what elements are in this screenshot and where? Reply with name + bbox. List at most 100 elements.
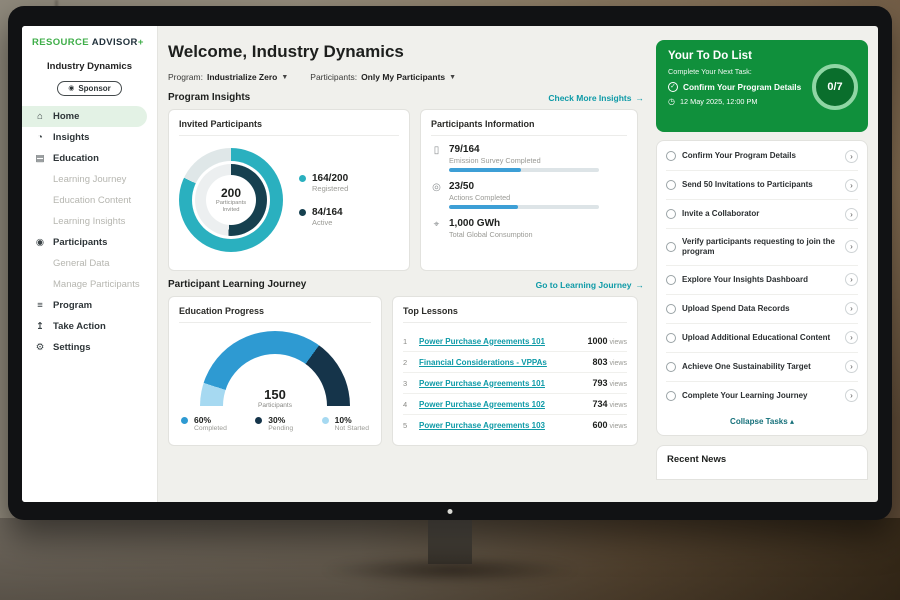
chevron-right-icon[interactable]: › bbox=[845, 179, 858, 192]
sidebar-item-label: Participants bbox=[53, 237, 107, 248]
task-row[interactable]: Complete Your Learning Journey › bbox=[666, 382, 858, 410]
task-row[interactable]: Send 50 Invitations to Participants › bbox=[666, 171, 858, 200]
progress-bar bbox=[449, 205, 599, 209]
sponsor-badge-label: Sponsor bbox=[78, 84, 110, 93]
participants-filter[interactable]: Participants: Only My Participants ▼ bbox=[310, 72, 456, 82]
task-checkbox[interactable] bbox=[666, 391, 676, 401]
lesson-row: 3 Power Purchase Agreements 101 793views bbox=[403, 373, 627, 394]
task-checkbox[interactable] bbox=[666, 209, 676, 219]
main-content: Welcome, Industry Dynamics Program: Indu… bbox=[158, 26, 656, 502]
link-label: Check More Insights bbox=[548, 93, 631, 103]
legend-dot-active bbox=[299, 209, 306, 216]
task-row[interactable]: Upload Spend Data Records › bbox=[666, 295, 858, 324]
task-row[interactable]: Confirm Your Program Details › bbox=[666, 142, 858, 171]
chevron-right-icon[interactable]: › bbox=[845, 150, 858, 163]
sidebar-item-settings[interactable]: ⚙ Settings bbox=[22, 337, 147, 358]
link-label: Go to Learning Journey bbox=[536, 280, 632, 290]
collapse-tasks-button[interactable]: Collapse Tasks ▴ bbox=[666, 410, 858, 434]
task-checkbox[interactable] bbox=[666, 275, 676, 285]
task-row[interactable]: Achieve One Sustainability Target › bbox=[666, 353, 858, 382]
chevron-right-icon[interactable]: › bbox=[845, 273, 858, 286]
actions-icon: ◎ bbox=[431, 182, 442, 209]
top-lessons-card: Top Lessons 1 Power Purchase Agreements … bbox=[392, 296, 638, 446]
chevron-right-icon[interactable]: › bbox=[845, 389, 858, 402]
monitor-bezel: RESOURCE ADVISOR+ Industry Dynamics ◉ Sp… bbox=[8, 6, 892, 520]
task-checkbox[interactable] bbox=[666, 242, 676, 252]
chevron-down-icon: ▼ bbox=[449, 74, 456, 81]
monitor-logo-dot bbox=[448, 509, 453, 514]
lesson-row: 4 Power Purchase Agreements 102 734views bbox=[403, 394, 627, 415]
task-checkbox[interactable] bbox=[666, 151, 676, 161]
legend-not-started: 10% Not Started bbox=[322, 415, 369, 432]
insights-icon: ◔ bbox=[34, 132, 46, 143]
program-icon: ≡ bbox=[34, 300, 46, 311]
chevron-right-icon[interactable]: › bbox=[845, 360, 858, 373]
sidebar-item-label: Learning Journey bbox=[53, 174, 126, 185]
sidebar-item-general-data[interactable]: General Data bbox=[22, 253, 147, 274]
lesson-link[interactable]: Power Purchase Agreements 101 bbox=[419, 379, 585, 388]
task-checkbox[interactable] bbox=[666, 362, 676, 372]
lesson-link[interactable]: Power Purchase Agreements 101 bbox=[419, 337, 580, 346]
sidebar-item-education[interactable]: ▤ Education bbox=[22, 148, 147, 169]
chevron-down-icon: ▼ bbox=[281, 74, 288, 81]
stat-actions: ◎ 23/50 Actions Completed bbox=[431, 181, 627, 209]
program-filter-label: Program: bbox=[168, 72, 203, 82]
task-checkbox[interactable] bbox=[666, 180, 676, 190]
chevron-up-icon: ▴ bbox=[790, 417, 794, 426]
go-to-learning-journey-link[interactable]: Go to Learning Journey → bbox=[536, 280, 644, 290]
logo-resource: RESOURCE bbox=[32, 37, 89, 48]
invited-participants-card: Invited Participants 200 Participants In… bbox=[168, 109, 410, 271]
progress-fill bbox=[449, 205, 518, 209]
education-progress-gauge: 150 Participants bbox=[200, 331, 350, 409]
legend-dot-registered bbox=[299, 175, 306, 182]
chevron-right-icon[interactable]: › bbox=[845, 331, 858, 344]
sidebar-item-insights[interactable]: ◔ Insights bbox=[22, 127, 147, 148]
emission-survey-icon: ▯ bbox=[431, 145, 442, 172]
check-more-insights-link[interactable]: Check More Insights → bbox=[548, 93, 644, 103]
task-row[interactable]: Explore Your Insights Dashboard › bbox=[666, 266, 858, 295]
sidebar-item-home[interactable]: ⌂ Home bbox=[22, 106, 147, 127]
lesson-link[interactable]: Power Purchase Agreements 103 bbox=[419, 421, 585, 430]
task-checkbox[interactable] bbox=[666, 304, 676, 314]
lesson-row: 1 Power Purchase Agreements 101 1000view… bbox=[403, 331, 627, 352]
sidebar-item-label: Learning Insights bbox=[53, 216, 125, 227]
sidebar-item-label: Settings bbox=[53, 342, 90, 353]
sidebar-item-take-action[interactable]: ↥ Take Action bbox=[22, 316, 147, 337]
chevron-right-icon[interactable]: › bbox=[845, 240, 858, 253]
chevron-right-icon[interactable]: › bbox=[845, 302, 858, 315]
sidebar-item-education-content[interactable]: Education Content bbox=[22, 190, 147, 211]
todo-tasks-card: Confirm Your Program Details › Send 50 I… bbox=[656, 140, 868, 436]
chevron-right-icon[interactable]: › bbox=[845, 208, 858, 221]
lesson-link[interactable]: Power Purchase Agreements 102 bbox=[419, 400, 585, 409]
task-row[interactable]: Upload Additional Educational Content › bbox=[666, 324, 858, 353]
lesson-row: 5 Power Purchase Agreements 103 600views bbox=[403, 415, 627, 435]
education-progress-card: Education Progress 150 Participants bbox=[168, 296, 382, 446]
legend-pending: 30% Pending bbox=[255, 415, 293, 432]
sidebar-item-label: Program bbox=[53, 300, 92, 311]
sidebar-item-learning-journey[interactable]: Learning Journey bbox=[22, 169, 147, 190]
program-filter[interactable]: Program: Industrialize Zero ▼ bbox=[168, 72, 288, 82]
task-row[interactable]: Verify participants requesting to join t… bbox=[666, 229, 858, 266]
legend-dot-not-started bbox=[322, 417, 329, 424]
lesson-link[interactable]: Financial Considerations - VPPAs bbox=[419, 358, 585, 367]
sponsor-badge: ◉ Sponsor bbox=[57, 81, 122, 96]
monitor-stand bbox=[428, 520, 472, 564]
sidebar-item-label: Manage Participants bbox=[53, 279, 140, 290]
gauge-center-label: Participants bbox=[200, 402, 350, 409]
progress-bar bbox=[449, 168, 599, 172]
sidebar-item-manage-participants[interactable]: Manage Participants bbox=[22, 274, 147, 295]
section-title-learning-journey: Participant Learning Journey bbox=[168, 279, 306, 290]
sidebar-item-learning-insights[interactable]: Learning Insights bbox=[22, 211, 147, 232]
sidebar-item-participants[interactable]: ◉ Participants bbox=[22, 232, 147, 253]
sidebar-item-program[interactable]: ≡ Program bbox=[22, 295, 147, 316]
home-icon: ⌂ bbox=[34, 111, 46, 122]
stat-emission-survey: ▯ 79/164 Emission Survey Completed bbox=[431, 144, 627, 172]
recent-news-card: Recent News bbox=[656, 445, 868, 480]
task-row[interactable]: Invite a Collaborator › bbox=[666, 200, 858, 229]
card-title: Invited Participants bbox=[179, 119, 399, 136]
card-title: Education Progress bbox=[179, 306, 371, 323]
sidebar-item-label: Education bbox=[53, 153, 99, 164]
app-logo: RESOURCE ADVISOR+ bbox=[22, 26, 157, 55]
sidebar-item-label: Insights bbox=[53, 132, 89, 143]
task-checkbox[interactable] bbox=[666, 333, 676, 343]
